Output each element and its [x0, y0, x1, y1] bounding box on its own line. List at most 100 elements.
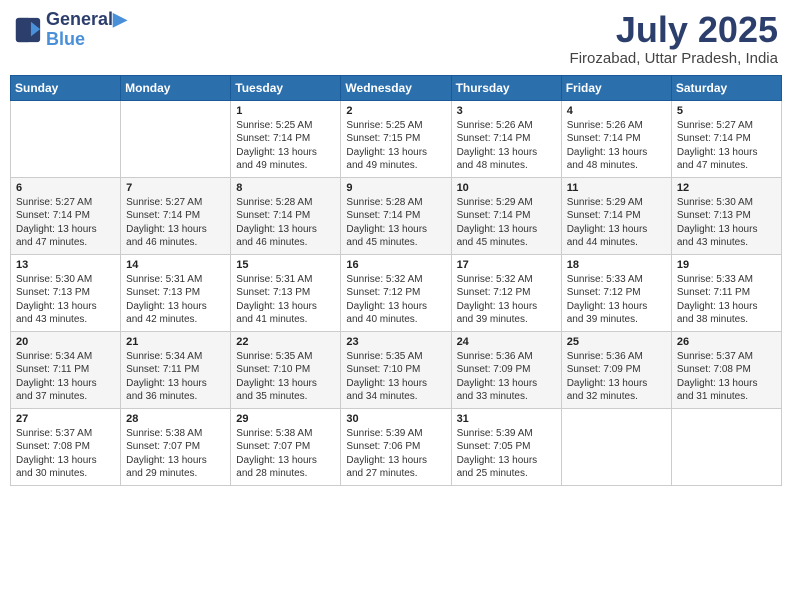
day-number: 19: [677, 259, 776, 271]
day-number: 25: [567, 336, 666, 348]
day-content: Sunrise: 5:32 AM Sunset: 7:12 PM Dayligh…: [457, 273, 556, 327]
week-row-5: 27 Sunrise: 5:37 AM Sunset: 7:08 PM Dayli…: [11, 408, 782, 485]
calendar-cell: 10Sunrise: 5:29 AM Sunset: 7:14 PM Dayli…: [451, 177, 561, 254]
day-number: 8: [236, 182, 335, 194]
day-number: 13: [16, 259, 115, 271]
calendar-cell: 9 Sunrise: 5:28 AM Sunset: 7:14 PM Daylig…: [341, 177, 451, 254]
day-content: Sunrise: 5:27 AM Sunset: 7:14 PM Dayligh…: [126, 196, 225, 250]
calendar-cell: 15Sunrise: 5:31 AM Sunset: 7:13 PM Dayli…: [231, 254, 341, 331]
calendar-cell: 8Sunrise: 5:28 AM Sunset: 7:14 PM Daylig…: [231, 177, 341, 254]
calendar-cell: 4 Sunrise: 5:26 AM Sunset: 7:14 PM Daylig…: [561, 100, 671, 177]
calendar-cell: 16Sunrise: 5:32 AM Sunset: 7:12 PM Dayli…: [341, 254, 451, 331]
calendar-cell: 14Sunrise: 5:31 AM Sunset: 7:13 PM Dayli…: [121, 254, 231, 331]
day-content: Sunrise: 5:37 AM Sunset: 7:08 PM Dayligh…: [16, 427, 115, 481]
calendar-cell: 31 Sunrise: 5:39 AM Sunset: 7:05 PM Dayli…: [451, 408, 561, 485]
day-number: 14: [126, 259, 225, 271]
day-number: 11: [567, 182, 666, 194]
day-content: Sunrise: 5:30 AM Sunset: 7:13 PM Dayligh…: [677, 196, 776, 250]
day-content: Sunrise: 5:37 AM Sunset: 7:08 PM Dayligh…: [677, 350, 776, 404]
day-content: Sunrise: 5:29 AM Sunset: 7:14 PM Dayligh…: [457, 196, 556, 250]
day-number: 6: [16, 182, 115, 194]
calendar-cell: 17 Sunrise: 5:32 AM Sunset: 7:12 PM Dayli…: [451, 254, 561, 331]
day-number: 30: [346, 413, 445, 425]
logo-icon: [14, 16, 42, 44]
day-number: 15: [236, 259, 335, 271]
day-number: 12: [677, 182, 776, 194]
calendar-cell: 29Sunrise: 5:38 AM Sunset: 7:07 PM Dayli…: [231, 408, 341, 485]
day-number: 23: [346, 336, 445, 348]
weekday-tuesday: Tuesday: [231, 75, 341, 100]
calendar-cell: 25 Sunrise: 5:36 AM Sunset: 7:09 PM Dayli…: [561, 331, 671, 408]
calendar-cell: [121, 100, 231, 177]
calendar-cell: 28 Sunrise: 5:38 AM Sunset: 7:07 PM Dayli…: [121, 408, 231, 485]
day-number: 28: [126, 413, 225, 425]
day-content: Sunrise: 5:36 AM Sunset: 7:09 PM Dayligh…: [567, 350, 666, 404]
weekday-thursday: Thursday: [451, 75, 561, 100]
day-number: 22: [236, 336, 335, 348]
day-content: Sunrise: 5:30 AM Sunset: 7:13 PM Dayligh…: [16, 273, 115, 327]
day-number: 21: [126, 336, 225, 348]
day-number: 20: [16, 336, 115, 348]
day-content: Sunrise: 5:25 AM Sunset: 7:14 PM Dayligh…: [236, 119, 335, 173]
calendar-body: 1 Sunrise: 5:25 AM Sunset: 7:14 PM Daylig…: [11, 100, 782, 485]
day-content: Sunrise: 5:35 AM Sunset: 7:10 PM Dayligh…: [236, 350, 335, 404]
day-number: 24: [457, 336, 556, 348]
week-row-1: 1 Sunrise: 5:25 AM Sunset: 7:14 PM Daylig…: [11, 100, 782, 177]
calendar-cell: 22 Sunrise: 5:35 AM Sunset: 7:10 PM Dayli…: [231, 331, 341, 408]
day-content: Sunrise: 5:35 AM Sunset: 7:10 PM Dayligh…: [346, 350, 445, 404]
location-title: Firozabad, Uttar Pradesh, India: [570, 50, 778, 67]
month-title: July 2025: [570, 10, 778, 50]
day-content: Sunrise: 5:39 AM Sunset: 7:06 PM Dayligh…: [346, 427, 445, 481]
day-content: Sunrise: 5:27 AM Sunset: 7:14 PM Dayligh…: [16, 196, 115, 250]
day-content: Sunrise: 5:38 AM Sunset: 7:07 PM Dayligh…: [126, 427, 225, 481]
weekday-wednesday: Wednesday: [341, 75, 451, 100]
day-number: 1: [236, 105, 335, 117]
calendar-cell: 20 Sunrise: 5:34 AM Sunset: 7:11 PM Dayli…: [11, 331, 121, 408]
day-content: Sunrise: 5:39 AM Sunset: 7:05 PM Dayligh…: [457, 427, 556, 481]
day-content: Sunrise: 5:34 AM Sunset: 7:11 PM Dayligh…: [16, 350, 115, 404]
day-number: 27: [16, 413, 115, 425]
calendar-cell: 7Sunrise: 5:27 AM Sunset: 7:14 PM Daylig…: [121, 177, 231, 254]
week-row-2: 6 Sunrise: 5:27 AM Sunset: 7:14 PM Daylig…: [11, 177, 782, 254]
weekday-monday: Monday: [121, 75, 231, 100]
day-number: 3: [457, 105, 556, 117]
day-content: Sunrise: 5:33 AM Sunset: 7:12 PM Dayligh…: [567, 273, 666, 327]
calendar-cell: 26 Sunrise: 5:37 AM Sunset: 7:08 PM Dayli…: [671, 331, 781, 408]
calendar-cell: 1 Sunrise: 5:25 AM Sunset: 7:14 PM Daylig…: [231, 100, 341, 177]
page-header: General▶ Blue July 2025 Firozabad, Uttar…: [10, 10, 782, 67]
calendar-cell: [671, 408, 781, 485]
weekday-sunday: Sunday: [11, 75, 121, 100]
weekday-header-row: SundayMondayTuesdayWednesdayThursdayFrid…: [11, 75, 782, 100]
weekday-friday: Friday: [561, 75, 671, 100]
day-content: Sunrise: 5:27 AM Sunset: 7:14 PM Dayligh…: [677, 119, 776, 173]
weekday-saturday: Saturday: [671, 75, 781, 100]
day-content: Sunrise: 5:36 AM Sunset: 7:09 PM Dayligh…: [457, 350, 556, 404]
day-number: 9: [346, 182, 445, 194]
calendar-table: SundayMondayTuesdayWednesdayThursdayFrid…: [10, 75, 782, 486]
calendar-cell: 19 Sunrise: 5:33 AM Sunset: 7:11 PM Dayli…: [671, 254, 781, 331]
calendar-cell: 23 Sunrise: 5:35 AM Sunset: 7:10 PM Dayli…: [341, 331, 451, 408]
calendar-cell: 18 Sunrise: 5:33 AM Sunset: 7:12 PM Dayli…: [561, 254, 671, 331]
calendar-cell: 6 Sunrise: 5:27 AM Sunset: 7:14 PM Daylig…: [11, 177, 121, 254]
day-number: 29: [236, 413, 335, 425]
day-number: 2: [346, 105, 445, 117]
day-content: Sunrise: 5:33 AM Sunset: 7:11 PM Dayligh…: [677, 273, 776, 327]
day-content: Sunrise: 5:25 AM Sunset: 7:15 PM Dayligh…: [346, 119, 445, 173]
day-number: 17: [457, 259, 556, 271]
week-row-4: 20 Sunrise: 5:34 AM Sunset: 7:11 PM Dayli…: [11, 331, 782, 408]
day-content: Sunrise: 5:26 AM Sunset: 7:14 PM Dayligh…: [457, 119, 556, 173]
day-number: 18: [567, 259, 666, 271]
calendar-cell: 5Sunrise: 5:27 AM Sunset: 7:14 PM Daylig…: [671, 100, 781, 177]
calendar-cell: [11, 100, 121, 177]
calendar-cell: 30 Sunrise: 5:39 AM Sunset: 7:06 PM Dayli…: [341, 408, 451, 485]
calendar-cell: 21Sunrise: 5:34 AM Sunset: 7:11 PM Dayli…: [121, 331, 231, 408]
calendar-cell: [561, 408, 671, 485]
day-number: 4: [567, 105, 666, 117]
week-row-3: 13 Sunrise: 5:30 AM Sunset: 7:13 PM Dayli…: [11, 254, 782, 331]
day-content: Sunrise: 5:28 AM Sunset: 7:14 PM Dayligh…: [346, 196, 445, 250]
logo: General▶ Blue: [14, 10, 127, 50]
day-number: 31: [457, 413, 556, 425]
day-number: 26: [677, 336, 776, 348]
calendar-cell: 24 Sunrise: 5:36 AM Sunset: 7:09 PM Dayli…: [451, 331, 561, 408]
day-content: Sunrise: 5:26 AM Sunset: 7:14 PM Dayligh…: [567, 119, 666, 173]
